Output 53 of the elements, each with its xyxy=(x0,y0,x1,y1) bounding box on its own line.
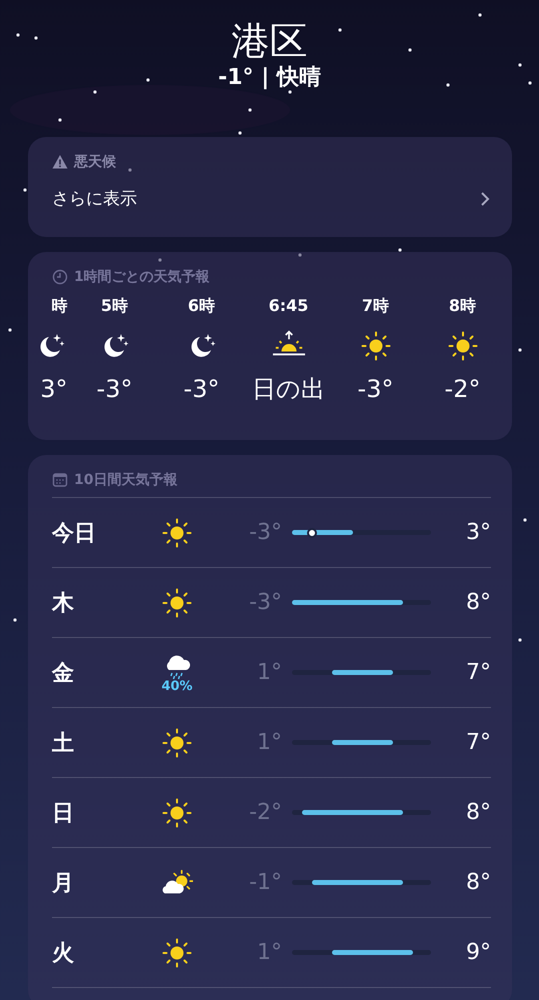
hour-temperature: -3° xyxy=(184,375,220,403)
high-temperature: 8° xyxy=(465,870,491,895)
hour-temperature: 日の出 xyxy=(252,374,325,405)
show-more-link[interactable]: さらに表示 xyxy=(28,171,512,210)
sun-icon xyxy=(161,938,193,968)
low-temperature: 1° xyxy=(256,730,283,755)
low-temperature: 1° xyxy=(256,660,283,685)
low-temperature: -1° xyxy=(248,870,283,895)
day-label: 木 xyxy=(52,590,75,618)
high-temperature: 7° xyxy=(465,660,491,685)
hour-temperature: -3° xyxy=(358,375,394,403)
hour-temperature: -2° xyxy=(444,375,480,403)
day-label: 日 xyxy=(52,800,75,828)
calendar-icon xyxy=(52,472,68,488)
low-temperature: -2° xyxy=(248,800,283,825)
precipitation-chance: 40% xyxy=(161,679,193,694)
low-temperature: 1° xyxy=(256,940,283,965)
warning-icon xyxy=(52,154,68,170)
high-temperature: 7° xyxy=(465,730,491,755)
day-label: 金 xyxy=(52,660,75,688)
low-temperature: -3° xyxy=(248,590,283,615)
hour-label: 8時 xyxy=(448,296,476,317)
high-temperature: 9° xyxy=(465,940,491,965)
temperature-range-fill xyxy=(332,740,394,745)
sun-icon xyxy=(161,588,193,618)
day-label: 火 xyxy=(52,940,75,968)
alert-title: 悪天候 xyxy=(74,153,116,171)
hour-label: 5時 xyxy=(100,296,128,317)
current-conditions: -1° | 快晴 xyxy=(218,64,321,92)
day-label: 土 xyxy=(52,730,75,758)
hour-temperature: 3° xyxy=(40,375,68,403)
temperature-range-fill xyxy=(332,670,394,675)
hour-label: 7時 xyxy=(362,296,390,317)
hour-label: 6時 xyxy=(188,296,216,317)
section-title: 10日間天気予報 xyxy=(74,471,178,489)
clock-icon xyxy=(52,269,68,285)
sun-icon xyxy=(358,331,392,361)
sun-icon xyxy=(161,728,193,758)
hour-label: 6:45 xyxy=(268,296,308,315)
low-temperature: -3° xyxy=(248,520,283,545)
sun-icon xyxy=(446,331,480,361)
section-title: 1時間ごとの天気予報 xyxy=(74,268,210,286)
hour-label: 時 xyxy=(52,296,68,317)
high-temperature: 8° xyxy=(465,590,491,615)
high-temperature: 8° xyxy=(465,800,491,825)
sun-icon xyxy=(161,518,193,548)
day-label: 月 xyxy=(52,870,75,898)
city-name: 港区 xyxy=(232,18,308,64)
high-temperature: 3° xyxy=(465,520,491,545)
sun-icon xyxy=(161,798,193,828)
day-label: 今日 xyxy=(52,520,97,548)
hour-temperature: -3° xyxy=(96,375,132,403)
chevron-icon xyxy=(480,190,490,206)
